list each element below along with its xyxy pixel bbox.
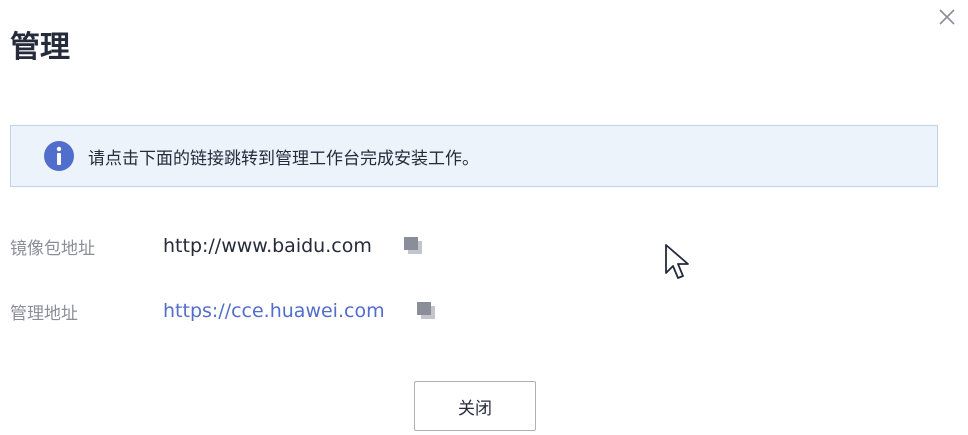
- field-row-image-package: 镜像包地址 http://www.baidu.com: [10, 230, 424, 262]
- manage-dialog: 管理 请点击下面的链接跳转到管理工作台完成安装工作。 镜像包地址 http://…: [0, 0, 968, 435]
- close-button[interactable]: 关闭: [414, 381, 536, 431]
- manage-address-link[interactable]: https://cce.huawei.com: [163, 300, 385, 322]
- info-banner: 请点击下面的链接跳转到管理工作台完成安装工作。: [10, 125, 938, 187]
- copy-icon[interactable]: [415, 301, 437, 321]
- mouse-pointer-icon: [665, 244, 689, 279]
- image-package-url: http://www.baidu.com: [163, 235, 372, 257]
- field-label: 管理地址: [10, 303, 78, 324]
- info-icon: [44, 141, 74, 171]
- field-row-manage-address: 管理地址 https://cce.huawei.com: [10, 295, 437, 327]
- info-banner-text: 请点击下面的链接跳转到管理工作台完成安装工作。: [88, 148, 479, 169]
- close-icon[interactable]: [936, 6, 958, 28]
- copy-icon[interactable]: [402, 236, 424, 256]
- dialog-title: 管理: [10, 30, 70, 65]
- field-label: 镜像包地址: [10, 238, 95, 259]
